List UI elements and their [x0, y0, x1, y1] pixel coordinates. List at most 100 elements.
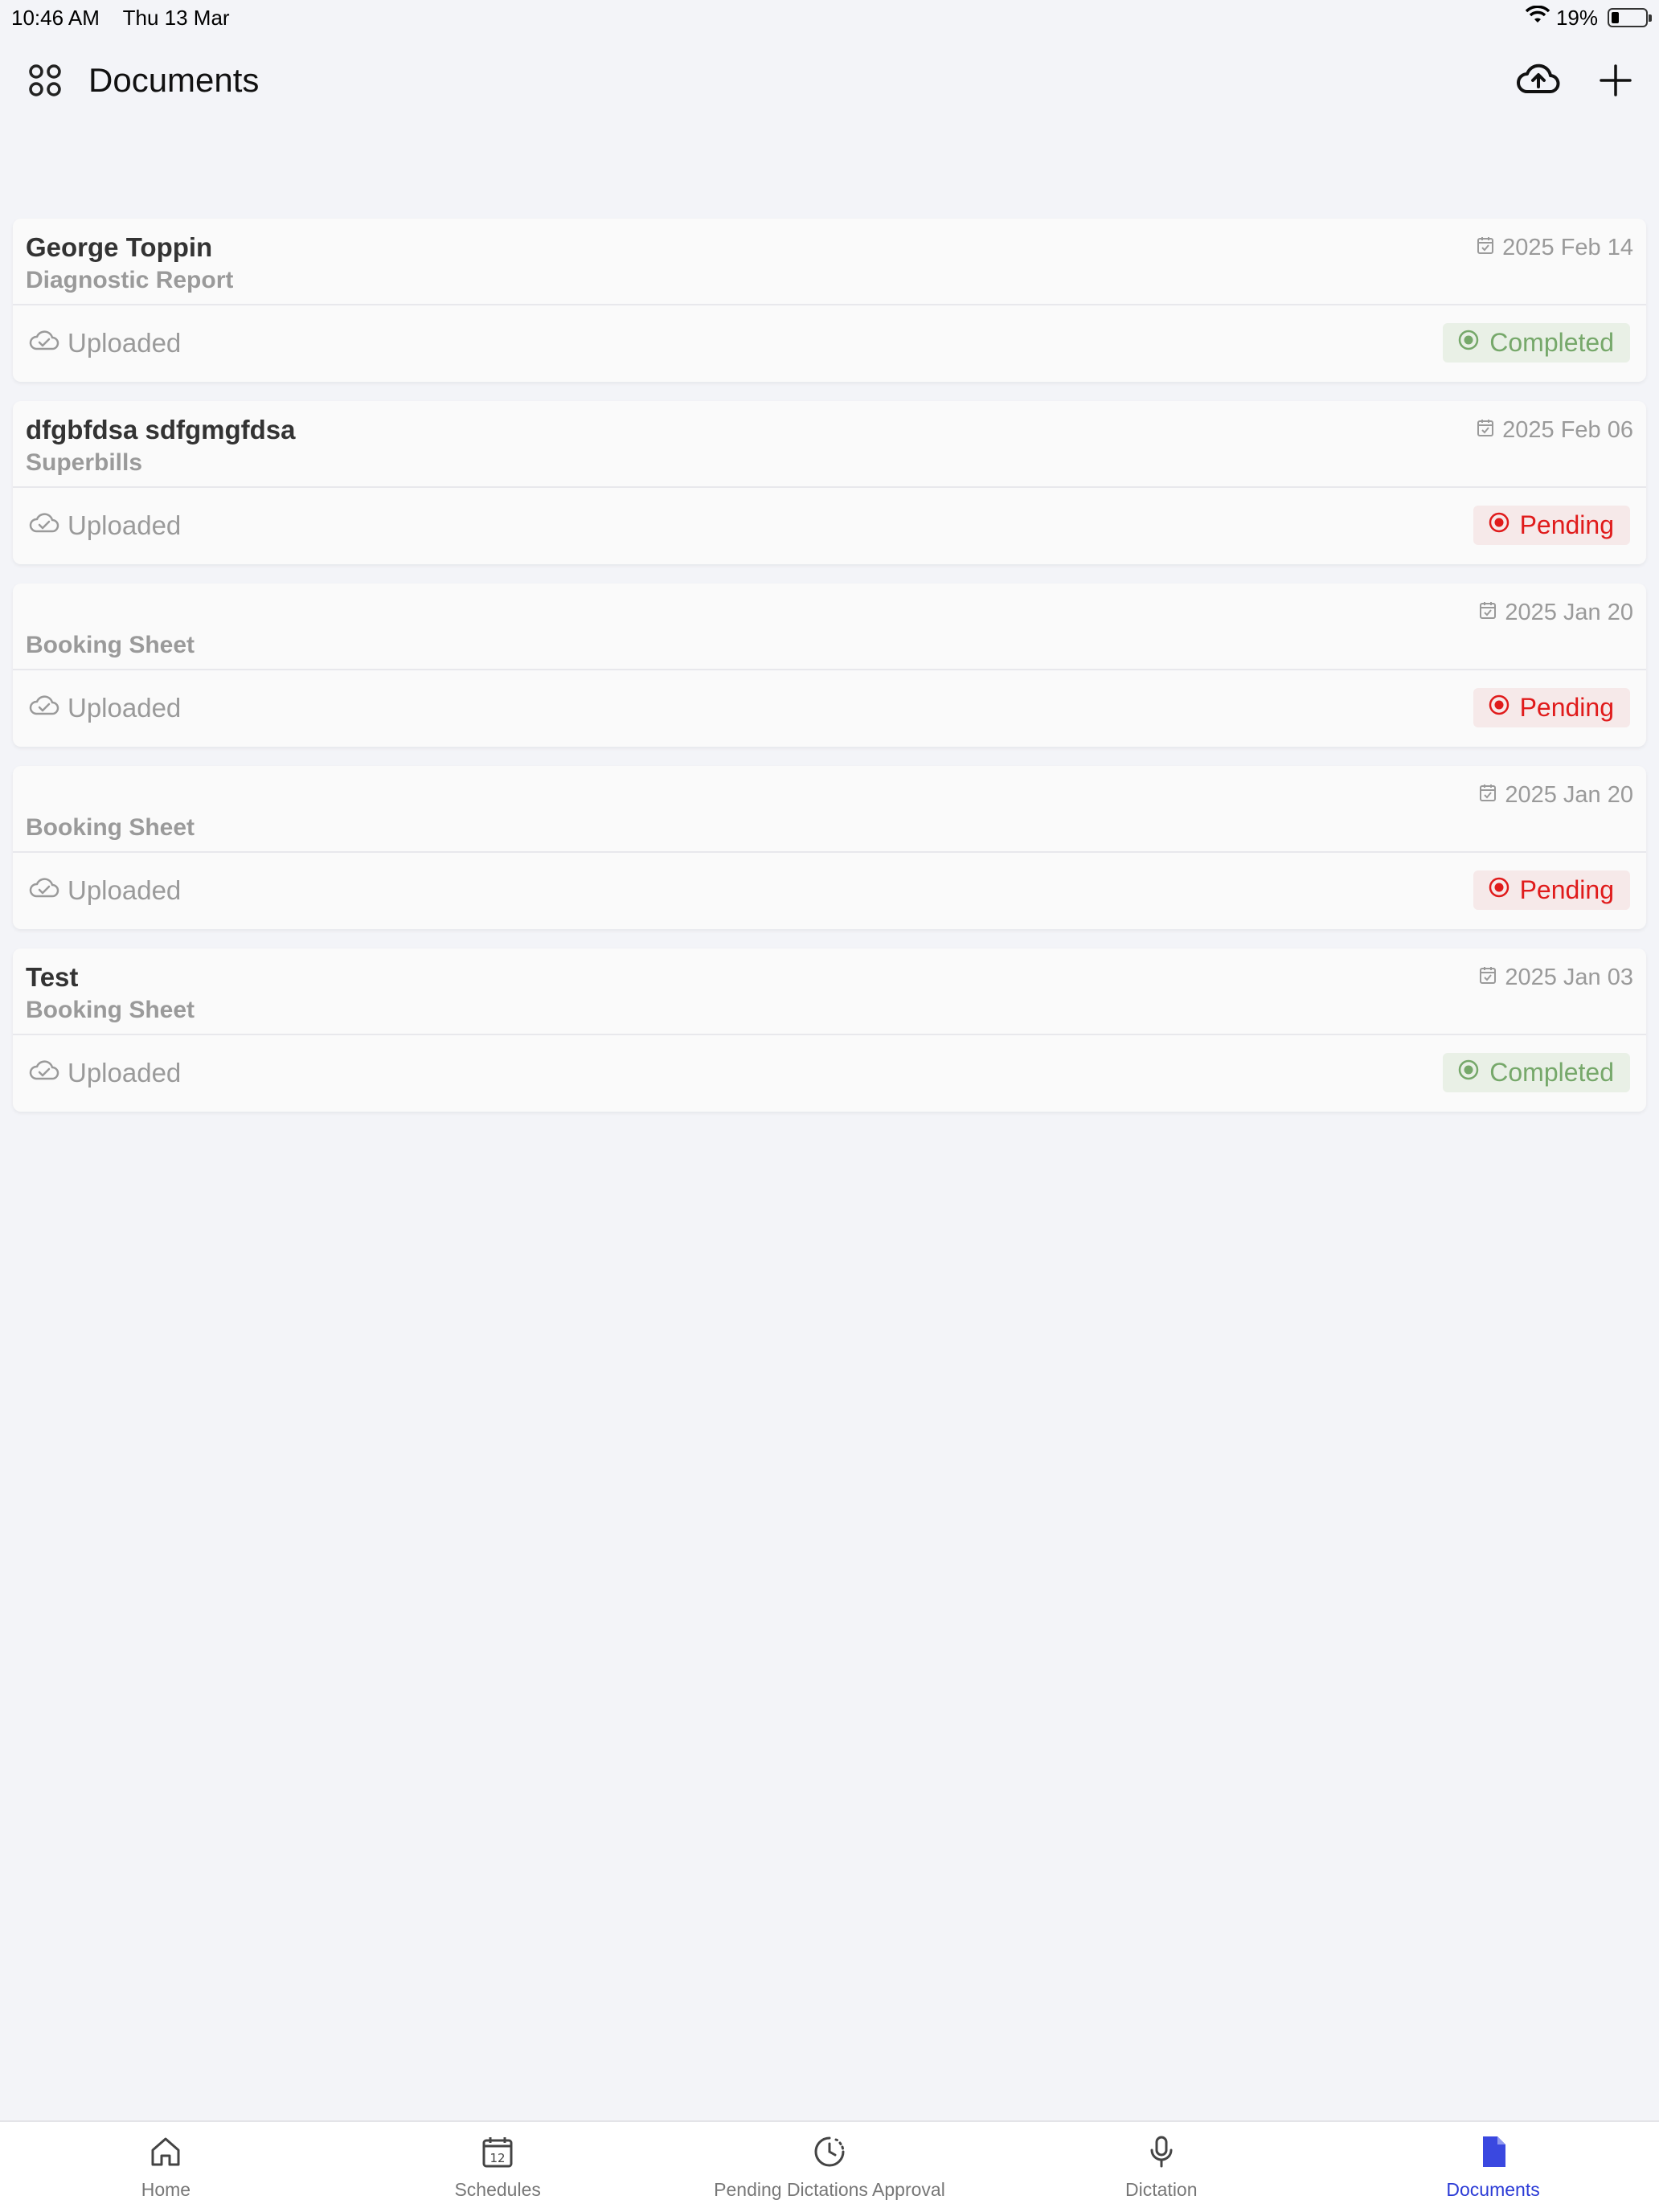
- cloud-check-icon: [29, 328, 59, 358]
- document-date-text: 2025 Jan 20: [1505, 782, 1633, 808]
- upload-status: Uploaded: [29, 510, 181, 541]
- status-badge: Completed: [1443, 323, 1630, 363]
- document-card[interactable]: Test Booking Sheet 2025 Jan 03 Uploaded …: [13, 948, 1646, 1112]
- tab-dictation-label: Dictation: [1125, 2178, 1198, 2200]
- document-name: [26, 595, 1633, 630]
- document-type: Booking Sheet: [26, 997, 195, 1023]
- status-date: Thu 13 Mar: [122, 5, 230, 30]
- status-badge: Pending: [1473, 506, 1630, 545]
- status-badge-text: Pending: [1519, 693, 1614, 722]
- calendar-check-icon: [1477, 417, 1494, 444]
- status-badge-text: Pending: [1519, 875, 1614, 904]
- card-header: dfgbfdsa sdfgmgfdsa Superbills 2025 Feb …: [13, 401, 1646, 488]
- battery-icon: [1608, 8, 1652, 27]
- tab-dictation[interactable]: Dictation: [996, 2134, 1327, 2201]
- clock-icon: [812, 2134, 847, 2174]
- tab-home-label: Home: [141, 2178, 191, 2200]
- document-date-text: 2025 Feb 14: [1502, 235, 1633, 260]
- status-bar: 10:46 AM Thu 13 Mar 19%: [0, 0, 1659, 35]
- status-dot-icon: [1488, 693, 1510, 723]
- document-date-text: 2025 Jan 20: [1505, 600, 1633, 625]
- status-badge: Completed: [1443, 1053, 1630, 1092]
- tab-home[interactable]: Home: [0, 2134, 331, 2201]
- app-header: Documents: [0, 48, 1659, 113]
- add-icon[interactable]: [1598, 63, 1633, 98]
- document-card[interactable]: Booking Sheet 2025 Jan 20 Uploaded Pendi…: [13, 766, 1646, 929]
- cloud-check-icon: [29, 1058, 59, 1088]
- calendar-check-icon: [1479, 600, 1497, 626]
- microphone-icon: [1144, 2134, 1179, 2174]
- card-header: Booking Sheet 2025 Jan 20: [13, 766, 1646, 853]
- upload-status-text: Uploaded: [68, 1057, 182, 1088]
- header-actions: [1516, 63, 1633, 98]
- upload-status: Uploaded: [29, 693, 181, 723]
- status-dot-icon: [1488, 510, 1510, 540]
- document-name: [26, 777, 1633, 813]
- document-date: 2025 Feb 06: [1477, 417, 1633, 444]
- upload-status-text: Uploaded: [68, 327, 182, 358]
- card-header: Test Booking Sheet 2025 Jan 03: [13, 948, 1646, 1035]
- tab-schedules[interactable]: 12 Schedules: [332, 2134, 663, 2201]
- wifi-icon: [1525, 5, 1550, 31]
- cloud-check-icon: [29, 875, 59, 906]
- status-dot-icon: [1457, 328, 1480, 358]
- document-type: Diagnostic Report: [26, 267, 234, 293]
- tab-documents-label: Documents: [1446, 2178, 1540, 2200]
- calendar-check-icon: [1479, 965, 1497, 991]
- status-left: 10:46 AM Thu 13 Mar: [11, 6, 248, 31]
- page-title: Documents: [88, 61, 260, 99]
- status-badge-text: Pending: [1519, 510, 1614, 539]
- status-dot-icon: [1457, 1058, 1480, 1088]
- document-type: Superbills: [26, 449, 143, 476]
- status-badge-text: Completed: [1489, 1058, 1614, 1087]
- apps-grid-icon[interactable]: [26, 61, 64, 100]
- document-card[interactable]: George Toppin Diagnostic Report 2025 Feb…: [13, 219, 1646, 382]
- document-list: George Toppin Diagnostic Report 2025 Feb…: [13, 219, 1646, 1131]
- card-footer: Uploaded Completed: [13, 1035, 1646, 1110]
- document-card[interactable]: Booking Sheet 2025 Jan 20 Uploaded Pendi…: [13, 584, 1646, 747]
- document-date-text: 2025 Feb 06: [1502, 417, 1633, 443]
- document-type: Booking Sheet: [26, 814, 195, 841]
- status-badge: Pending: [1473, 688, 1630, 727]
- document-date: 2025 Jan 20: [1479, 600, 1633, 626]
- cloud-check-icon: [29, 693, 59, 723]
- status-dot-icon: [1488, 875, 1510, 905]
- document-date: 2025 Jan 20: [1479, 782, 1633, 809]
- upload-status-text: Uploaded: [68, 510, 182, 540]
- card-footer: Uploaded Pending: [13, 853, 1646, 928]
- card-header: George Toppin Diagnostic Report 2025 Feb…: [13, 219, 1646, 305]
- upload-status: Uploaded: [29, 1058, 181, 1088]
- cloud-upload-icon[interactable]: [1516, 63, 1561, 98]
- upload-status: Uploaded: [29, 328, 181, 358]
- document-icon: [1476, 2134, 1511, 2174]
- document-name: Test: [26, 962, 79, 992]
- bottom-tab-bar: Home 12 Schedules Pending Dictations App…: [0, 2120, 1659, 2212]
- upload-status: Uploaded: [29, 875, 181, 906]
- document-card[interactable]: dfgbfdsa sdfgmgfdsa Superbills 2025 Feb …: [13, 401, 1646, 564]
- card-footer: Uploaded Pending: [13, 670, 1646, 745]
- calendar-check-icon: [1477, 235, 1494, 261]
- status-badge: Pending: [1473, 870, 1630, 910]
- upload-status-text: Uploaded: [68, 875, 182, 905]
- card-header: Booking Sheet 2025 Jan 20: [13, 584, 1646, 670]
- status-right: 19%: [1525, 5, 1652, 31]
- calendar-icon: 12: [480, 2134, 515, 2174]
- card-footer: Uploaded Completed: [13, 305, 1646, 380]
- status-time: 10:46 AM: [11, 5, 100, 30]
- document-name: dfgbfdsa sdfgmgfdsa: [26, 415, 296, 444]
- upload-status-text: Uploaded: [68, 692, 182, 723]
- calendar-check-icon: [1479, 782, 1497, 809]
- tab-pending-dictations-approval[interactable]: Pending Dictations Approval: [664, 2134, 995, 2201]
- battery-percent: 19%: [1555, 5, 1598, 30]
- tab-pending-label: Pending Dictations Approval: [714, 2178, 945, 2200]
- svg-text:12: 12: [490, 2151, 506, 2165]
- document-name: George Toppin: [26, 232, 213, 262]
- tab-schedules-label: Schedules: [454, 2178, 541, 2200]
- card-footer: Uploaded Pending: [13, 488, 1646, 563]
- home-icon: [148, 2134, 183, 2174]
- tab-documents[interactable]: Documents: [1328, 2134, 1659, 2201]
- document-date-text: 2025 Jan 03: [1505, 965, 1633, 990]
- status-badge-text: Completed: [1489, 328, 1614, 357]
- document-date: 2025 Jan 03: [1479, 965, 1633, 991]
- document-date: 2025 Feb 14: [1477, 235, 1633, 261]
